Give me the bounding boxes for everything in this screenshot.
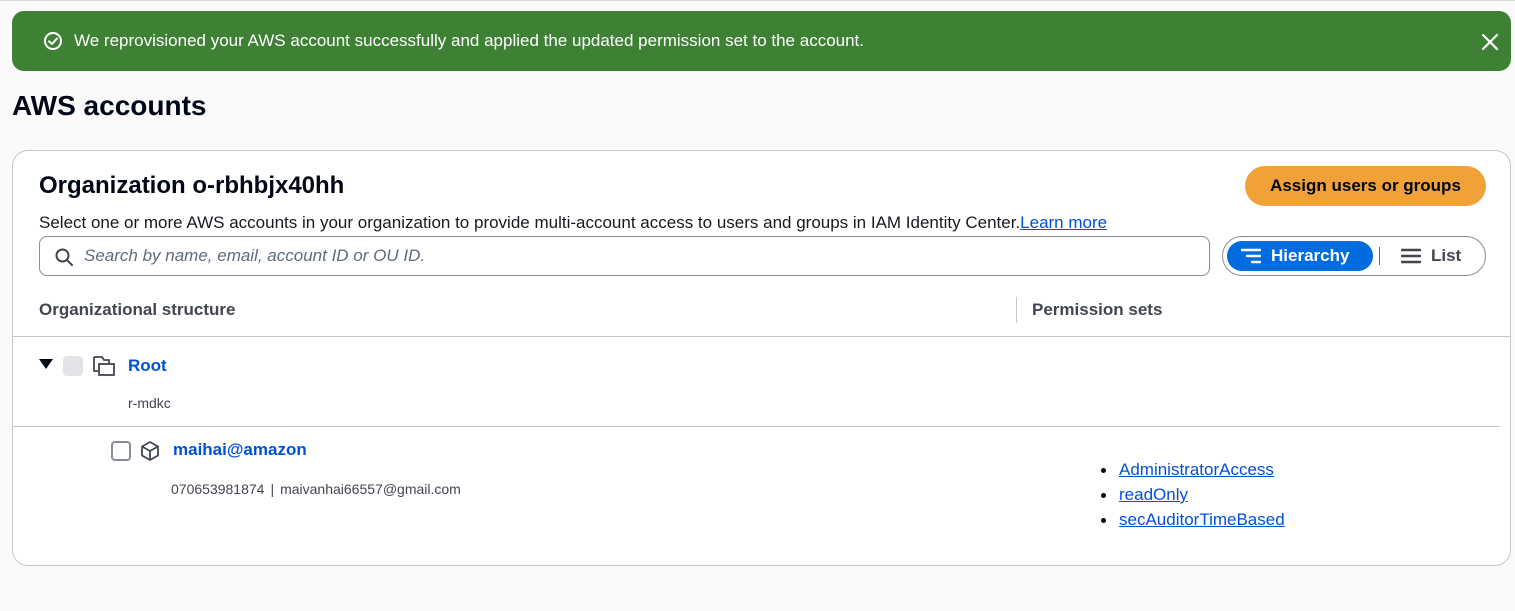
column-separator xyxy=(1016,297,1017,323)
account-cube-icon xyxy=(141,441,159,461)
column-header-structure: Organizational structure xyxy=(39,300,236,319)
list-label: List xyxy=(1431,246,1462,265)
close-icon xyxy=(1481,33,1499,51)
top-border xyxy=(0,0,1515,1)
list-view-button[interactable]: List xyxy=(1393,241,1481,271)
search-input[interactable] xyxy=(84,245,1184,267)
account-id: 070653981874 xyxy=(171,481,265,497)
permission-set-link[interactable]: readOnly xyxy=(1119,485,1188,504)
dismiss-flash-button[interactable] xyxy=(1476,28,1504,56)
list-item: readOnly xyxy=(1099,482,1285,507)
root-checkbox xyxy=(63,356,83,376)
organization-container: Organization o-rbhbjx40hh Assign users o… xyxy=(12,150,1511,566)
flash-message: We reprovisioned your AWS account succes… xyxy=(74,31,865,50)
check-circle-icon xyxy=(44,32,62,50)
list-item: secAuditorTimeBased xyxy=(1099,507,1285,532)
root-link[interactable]: Root xyxy=(128,355,167,377)
permission-set-link[interactable]: AdministratorAccess xyxy=(1119,460,1274,479)
hierarchy-label: Hierarchy xyxy=(1271,246,1350,265)
learn-more-link[interactable]: Learn more xyxy=(1020,213,1107,232)
list-icon xyxy=(1401,248,1421,264)
assign-users-or-groups-button[interactable]: Assign users or groups xyxy=(1245,166,1486,206)
meta-separator: | xyxy=(270,481,275,497)
search-icon xyxy=(55,248,73,266)
account-meta: 070653981874 | maivanhai66557@gmail.com xyxy=(171,480,461,498)
page-title: AWS accounts xyxy=(12,90,207,121)
organizational-unit-icon xyxy=(93,356,115,376)
list-item: AdministratorAccess xyxy=(1099,457,1285,482)
row-divider xyxy=(13,426,1500,427)
view-toggle: Hierarchy List xyxy=(1222,236,1486,276)
account-link[interactable]: maihai@amazon xyxy=(173,439,307,461)
permission-sets-list: AdministratorAccess readOnly secAuditorT… xyxy=(1099,457,1285,532)
account-checkbox[interactable] xyxy=(111,441,131,461)
organization-title: Organization o-rbhbjx40hh xyxy=(39,172,345,199)
hierarchy-icon xyxy=(1241,248,1261,264)
expand-root-toggle[interactable] xyxy=(39,359,53,369)
success-flash-banner: We reprovisioned your AWS account succes… xyxy=(12,11,1511,71)
description-text: Select one or more AWS accounts in your … xyxy=(39,213,1021,232)
hierarchy-view-button[interactable]: Hierarchy xyxy=(1227,241,1373,271)
column-header-permission-sets: Permission sets xyxy=(1032,300,1163,319)
account-email: maivanhai66557@gmail.com xyxy=(280,481,461,497)
organization-description: Select one or more AWS accounts in your … xyxy=(39,212,1107,234)
toggle-divider xyxy=(1379,247,1380,265)
header-divider xyxy=(13,336,1510,337)
permission-set-link[interactable]: secAuditorTimeBased xyxy=(1119,510,1285,529)
search-field[interactable] xyxy=(39,236,1210,276)
root-id: r-mdkc xyxy=(128,395,171,411)
